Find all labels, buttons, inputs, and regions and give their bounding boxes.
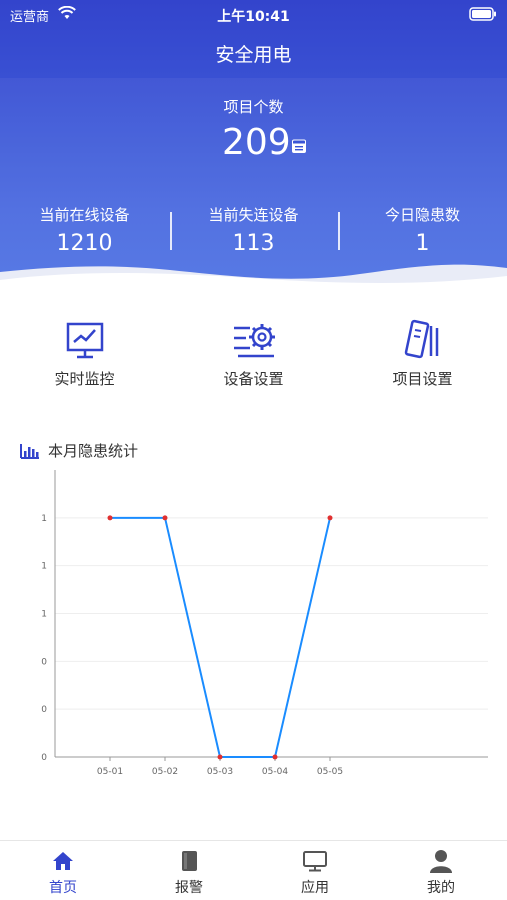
series-line [110,516,331,758]
gear-settings-icon [233,324,275,358]
project-settings-label: 项目设置 [392,370,453,388]
y-tick-label: 0 [41,753,47,763]
section-title: 本月隐患统计 [20,440,138,461]
project-device-icon [404,319,438,359]
tab-label: 应用 [301,880,329,896]
monitor-chart-icon [66,322,103,359]
section-title-label: 本月隐患统计 [48,442,139,460]
data-point [217,754,223,760]
tab-label: 首页 [49,880,77,896]
stat-value: 1210 [56,231,113,256]
data-point [272,754,278,760]
alarm-book-icon [182,851,197,871]
home-icon [53,852,73,870]
monthly-hazard-chart: 0 0 0 1 1 1 05-01 05-02 05-03 05-04 05-05 [41,470,488,777]
clock: 上午10:41 [217,9,290,25]
project-count-label: 项目个数 [223,98,284,116]
x-tick-label: 05-04 [262,767,288,777]
x-tick-label: 05-03 [207,767,233,777]
tab-label: 报警 [175,880,203,896]
realtime-monitor-button[interactable]: 实时监控 [0,318,169,389]
page-title: 安全用电 [215,44,292,66]
y-tick-label: 0 [41,705,47,715]
header-wave [0,264,507,300]
project-settings-button[interactable]: 项目设置 [338,318,507,389]
tv-app-icon [303,851,327,872]
stat-value: 1 [415,231,430,256]
data-point [107,515,113,521]
header: 运营商 上午10:41 安全用电 项目个数 209 当前在线设备 1210 当前… [0,0,507,300]
x-tick-label: 05-02 [152,767,178,777]
calendar-icon[interactable] [292,139,306,153]
stat-label: 今日隐患数 [384,206,460,224]
stat-online-devices[interactable]: 当前在线设备 1210 [0,204,169,256]
y-tick-label: 1 [41,610,47,620]
stat-label: 当前失连设备 [208,206,299,224]
tab-apps[interactable]: 应用 [252,849,378,897]
tab-home[interactable]: 首页 [0,849,126,897]
y-tick-label: 0 [41,657,47,667]
y-tick-label: 1 [41,514,47,524]
device-settings-button[interactable]: 设备设置 [169,318,338,389]
x-tick-label: 05-01 [97,767,123,777]
battery-icon [469,7,496,21]
user-icon [430,850,452,873]
x-tick-label: 05-05 [317,767,343,777]
tab-bar: 首页 报警 应用 我的 [0,840,507,900]
data-point [327,515,333,521]
project-count-value: 209 [222,122,291,163]
status-bar: 运营商 上午10:41 [0,0,507,30]
data-point [162,515,168,521]
device-settings-label: 设备设置 [223,370,284,388]
bar-chart-icon [20,443,39,459]
y-tick-label: 1 [41,562,47,572]
tab-mine[interactable]: 我的 [378,849,504,897]
tab-label: 我的 [427,880,455,896]
realtime-monitor-label: 实时监控 [54,370,115,388]
stat-today-hazards[interactable]: 今日隐患数 1 [338,204,507,256]
stat-label: 当前在线设备 [39,206,130,224]
tab-alarm[interactable]: 报警 [126,849,252,897]
stat-value: 113 [232,231,275,256]
stat-offline-devices[interactable]: 当前失连设备 113 [169,204,338,256]
